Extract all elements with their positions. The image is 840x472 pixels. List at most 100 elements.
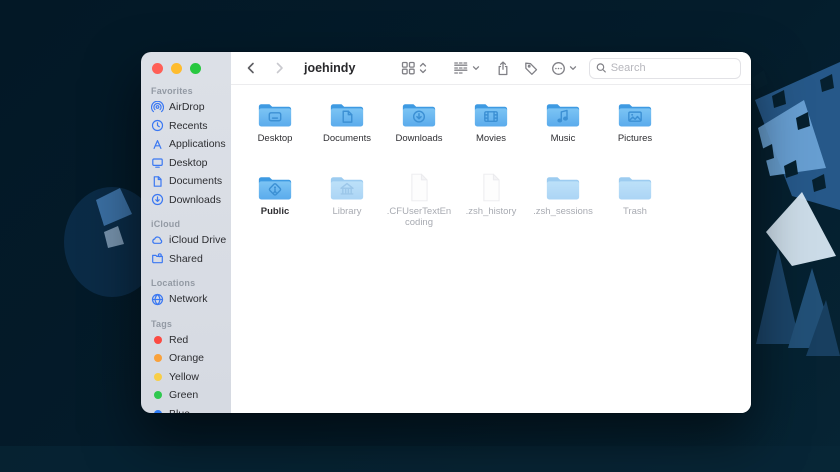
share-icon — [496, 61, 510, 76]
sidebar-item-tag-yellow[interactable]: Yellow — [141, 368, 231, 387]
file-item-trash[interactable]: Trash — [599, 172, 671, 245]
up-down-chevron-icon — [419, 61, 427, 75]
chevron-right-icon — [274, 61, 285, 75]
file-item-documents[interactable]: Documents — [311, 99, 383, 172]
sidebar: Favorites AirDrop Recents Applications D… — [141, 52, 231, 413]
sidebar-item-tag-red[interactable]: Red — [141, 331, 231, 350]
sidebar-item-label: Desktop — [169, 157, 208, 169]
file-item-downloads[interactable]: Downloads — [383, 99, 455, 172]
movies-folder-icon — [472, 99, 510, 130]
file-grid: Desktop Documents Downloads Movies Music — [231, 85, 751, 413]
file-label: Pictures — [618, 133, 652, 144]
search-field[interactable] — [589, 58, 741, 79]
blue-tag-icon — [154, 410, 162, 413]
sidebar-item-tag-blue[interactable]: Blue — [141, 405, 231, 414]
window-title: joehindy — [304, 61, 355, 75]
music-folder-icon — [544, 99, 582, 130]
back-button[interactable] — [241, 59, 260, 77]
group-by-control[interactable] — [453, 61, 480, 75]
file-label: Downloads — [396, 133, 443, 144]
file-item-pictures[interactable]: Pictures — [599, 99, 671, 172]
file-item-music[interactable]: Music — [527, 99, 599, 172]
downloads-folder-icon — [400, 99, 438, 130]
sidebar-item-label: Yellow — [169, 371, 199, 383]
close-button[interactable] — [152, 63, 163, 74]
more-ellipsis-icon — [551, 61, 566, 76]
file-item-desktop[interactable]: Desktop — [239, 99, 311, 172]
clock-icon — [151, 119, 164, 132]
group-by-icon — [453, 61, 469, 75]
download-icon — [151, 193, 164, 206]
file-label: Public — [261, 206, 290, 217]
desktop-folder-icon — [256, 99, 294, 130]
documents-folder-icon — [328, 99, 366, 130]
sidebar-item-label: Blue — [169, 408, 190, 413]
chevron-down-icon — [569, 64, 577, 72]
window-content: joehindy — [231, 52, 751, 413]
sidebar-item-label: Downloads — [169, 194, 221, 206]
chevron-down-icon — [472, 64, 480, 72]
icon-view-grid-icon — [401, 61, 416, 75]
section-header-locations: Locations — [151, 278, 231, 288]
more-actions-control[interactable] — [551, 61, 577, 76]
sidebar-item-label: Network — [169, 293, 208, 305]
plain-file-icon — [400, 172, 438, 203]
file-label: Trash — [623, 206, 647, 217]
view-mode-control[interactable] — [401, 61, 427, 75]
sidebar-item-applications[interactable]: Applications — [141, 135, 231, 154]
red-tag-icon — [154, 336, 162, 344]
pictures-folder-icon — [616, 99, 654, 130]
toolbar: joehindy — [231, 52, 751, 85]
traffic-lights — [141, 61, 231, 85]
green-tag-icon — [154, 391, 162, 399]
file-item-public[interactable]: Public — [239, 172, 311, 245]
sidebar-item-label: Shared — [169, 253, 203, 265]
sidebar-item-tag-green[interactable]: Green — [141, 386, 231, 405]
file-item-cfusertextencoding[interactable]: .CFUserTextEncoding — [383, 172, 455, 245]
forward-button[interactable] — [270, 59, 289, 77]
document-icon — [151, 175, 164, 188]
globe-icon — [151, 293, 164, 306]
sidebar-item-airdrop[interactable]: AirDrop — [141, 98, 231, 117]
sidebar-item-documents[interactable]: Documents — [141, 172, 231, 191]
zoom-button[interactable] — [190, 63, 201, 74]
search-icon — [596, 62, 607, 74]
minimize-button[interactable] — [171, 63, 182, 74]
yellow-tag-icon — [154, 373, 162, 381]
monitor-icon — [151, 156, 164, 169]
file-item-zsh-sessions[interactable]: .zsh_sessions — [527, 172, 599, 245]
sidebar-item-label: Red — [169, 334, 188, 346]
file-label: Desktop — [258, 133, 293, 144]
public-folder-icon — [256, 172, 294, 203]
sidebar-item-label: Recents — [169, 120, 208, 132]
sidebar-item-network[interactable]: Network — [141, 290, 231, 309]
file-label: Library — [332, 206, 361, 217]
plain-file-icon — [472, 172, 510, 203]
tag-icon — [524, 61, 539, 76]
file-label: Documents — [323, 133, 371, 144]
file-item-movies[interactable]: Movies — [455, 99, 527, 172]
chevron-left-icon — [245, 61, 256, 75]
cloud-icon — [151, 234, 164, 247]
file-item-zsh-history[interactable]: .zsh_history — [455, 172, 527, 245]
sidebar-item-icloud-drive[interactable]: iCloud Drive — [141, 231, 231, 250]
sidebar-item-tag-orange[interactable]: Orange — [141, 349, 231, 368]
sidebar-item-desktop[interactable]: Desktop — [141, 154, 231, 173]
file-item-library[interactable]: Library — [311, 172, 383, 245]
section-header-favorites: Favorites — [151, 86, 231, 96]
file-label: .zsh_sessions — [533, 206, 593, 217]
library-folder-icon — [328, 172, 366, 203]
file-label: .zsh_history — [466, 206, 517, 217]
share-button[interactable] — [496, 61, 510, 76]
tag-button[interactable] — [524, 61, 539, 76]
plain-folder-icon — [544, 172, 582, 203]
section-header-icloud: iCloud — [151, 219, 231, 229]
sidebar-item-downloads[interactable]: Downloads — [141, 191, 231, 210]
sidebar-item-label: Orange — [169, 352, 204, 364]
sidebar-item-label: iCloud Drive — [169, 234, 226, 246]
sidebar-item-shared[interactable]: Shared — [141, 250, 231, 269]
sidebar-item-label: Documents — [169, 175, 222, 187]
sidebar-item-recents[interactable]: Recents — [141, 117, 231, 136]
shared-folder-icon — [151, 252, 164, 265]
search-input[interactable] — [611, 62, 734, 74]
